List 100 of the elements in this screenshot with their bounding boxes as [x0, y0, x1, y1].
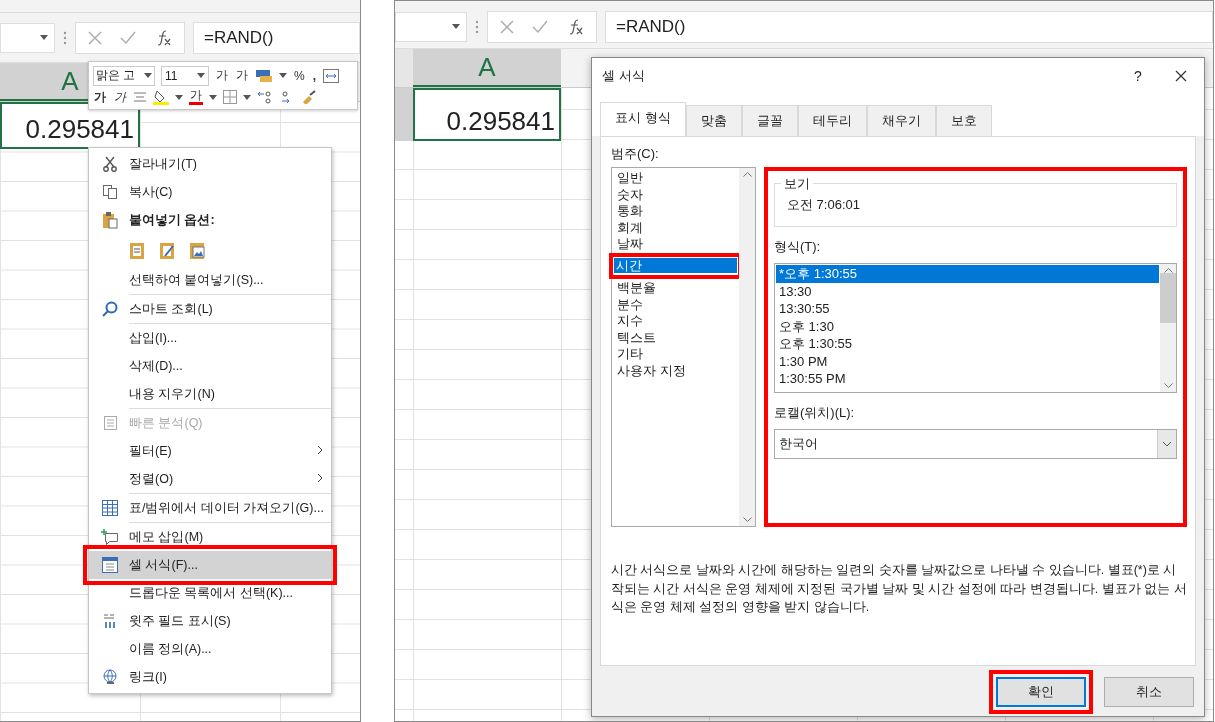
menu-item[interactable]: 이름 정의(A)...: [89, 635, 331, 663]
category-item[interactable]: 백분율: [615, 280, 736, 296]
corner-header[interactable]: [395, 49, 413, 87]
menu-item[interactable]: 잘라내기(T): [89, 150, 331, 178]
paste-icon: [129, 240, 147, 260]
format-label: 형식(T):: [774, 238, 822, 256]
tab[interactable]: 테두리: [797, 105, 867, 136]
category-item[interactable]: 날짜: [615, 236, 736, 252]
fill-color-icon: [153, 89, 169, 105]
name-box[interactable]: [395, 11, 467, 42]
font-size-field[interactable]: 11: [161, 65, 209, 86]
close-icon: [1175, 70, 1187, 82]
menu-item[interactable]: 삽입(I)...: [89, 324, 331, 352]
tab[interactable]: 표시 형식: [600, 102, 686, 136]
help-button[interactable]: ?: [1118, 68, 1158, 84]
format-item[interactable]: 1:30 PM: [776, 352, 1159, 370]
percent-button[interactable]: %: [293, 68, 306, 83]
close-icon: [88, 30, 102, 45]
menu-item[interactable]: 메모 삽입(M): [89, 523, 331, 551]
menu-item[interactable]: 내용 지우기(N): [89, 380, 331, 408]
close-icon: [500, 19, 514, 34]
clipboard-icon: [102, 211, 118, 229]
check-icon: [532, 19, 548, 34]
scroll-down-icon: [1163, 383, 1173, 388]
menu-item[interactable]: 선택하여 붙여넣기(S)...: [89, 266, 331, 294]
tab[interactable]: 맞춤: [685, 105, 742, 136]
borders-icon: [223, 90, 237, 104]
paste-picture-icon: [189, 240, 207, 260]
format-item[interactable]: *오후 1:30:55: [776, 265, 1159, 283]
grip-icon: [475, 19, 479, 34]
paste-formatting-icon: [159, 240, 177, 260]
scroll-up-icon: [1163, 268, 1173, 273]
selected-cell[interactable]: 0.295841: [0, 102, 140, 149]
font-field[interactable]: 맑은 고: [93, 65, 155, 86]
name-box[interactable]: [0, 22, 55, 53]
formula-field[interactable]: =RAND(): [193, 21, 360, 54]
caret-icon: [175, 94, 183, 100]
brush-icon: [301, 90, 317, 104]
caret-icon: [209, 94, 217, 100]
menu-item[interactable]: 삭제(D)...: [89, 352, 331, 380]
category-list[interactable]: 일반 숫자 통화 회계 날짜 시간 백분율 분수 지수 텍스트 기타 사용자 지정: [611, 167, 756, 527]
phonetic-icon: [102, 613, 118, 629]
scroll-up-icon: [742, 172, 752, 177]
menu-heading: 붙여넣기 옵션:: [89, 206, 331, 234]
chevron-down-icon: [1162, 441, 1172, 447]
format-item[interactable]: 13:30:55: [776, 300, 1159, 318]
scroll-thumb[interactable]: [1160, 273, 1176, 323]
scroll-down-icon: [742, 517, 752, 522]
category-item[interactable]: 시간: [614, 257, 737, 273]
menu-item[interactable]: 필터(E): [89, 437, 331, 465]
category-item[interactable]: 텍스트: [615, 329, 736, 345]
menu-item[interactable]: 링크(I): [89, 663, 331, 691]
format-item[interactable]: 1:30:55 PM: [776, 370, 1159, 388]
locale-dropdown[interactable]: 한국어: [774, 429, 1177, 459]
format-list[interactable]: *오후 1:30:55 13:30 13:30:55 오후 1:30 오후 1:30:55 1:30 PM 1:30:55 PM: [774, 263, 1177, 393]
menu-item[interactable]: 정렬(O): [89, 465, 331, 493]
format-item[interactable]: 오후 1:30: [776, 317, 1159, 335]
category-item[interactable]: 일반: [615, 170, 736, 186]
font-color-button[interactable]: 가: [189, 89, 203, 105]
locale-label: 로캘(위치)(L):: [774, 404, 856, 422]
menu-item[interactable]: 스마트 조회(L): [89, 295, 331, 323]
menu-item[interactable]: 드롭다운 목록에서 선택(K)...: [89, 579, 331, 607]
column-header[interactable]: A: [413, 49, 561, 87]
category-item[interactable]: 기타: [615, 346, 736, 362]
category-item[interactable]: 사용자 지정: [615, 362, 736, 378]
caret-icon: [144, 73, 152, 78]
category-item[interactable]: 지수: [615, 313, 736, 329]
format-item[interactable]: 오후 1:30:55: [776, 335, 1159, 353]
align-icon: [133, 91, 147, 103]
format-item[interactable]: 13:30: [776, 282, 1159, 300]
check-icon: [120, 30, 136, 45]
sample-legend: 보기: [781, 175, 813, 193]
currency-icon: [255, 68, 273, 83]
table-icon: [102, 500, 118, 516]
category-item[interactable]: 회계: [615, 219, 736, 235]
chevron-right-icon: [317, 473, 323, 483]
grow-font-button[interactable]: 가: [215, 67, 229, 84]
grip-icon: [63, 30, 67, 45]
menu-item[interactable]: 표/범위에서 데이터 가져오기(G)...: [89, 494, 331, 522]
category-item[interactable]: 숫자: [615, 186, 736, 202]
caret-icon: [279, 73, 287, 78]
comma-button[interactable]: ,: [311, 68, 317, 83]
globe-icon: [102, 669, 118, 685]
shrink-font-button[interactable]: 가: [235, 67, 249, 84]
tab[interactable]: 글꼴: [741, 105, 798, 136]
caret-icon: [40, 35, 48, 40]
description-text: 시간 서식으로 날짜와 시간에 해당하는 일련의 숫자를 날짜값으로 나타낼 수 있습니다. 별표(*)로 시작되는 시간 서식은 운영 체제에 지정된 국가별 날짜 및 시간 설정에 따라 변경됩니다. 별표가 없는 서식은 운영 체제 설정의 영향을 받지 않습니다.: [611, 562, 1187, 616]
tab[interactable]: 보호: [935, 105, 992, 136]
selected-cell[interactable]: 0.295841: [413, 88, 561, 141]
row-header[interactable]: [395, 88, 413, 141]
tab[interactable]: 채우기: [866, 105, 936, 136]
dialog-button[interactable]: 확인: [996, 677, 1086, 707]
menu-item[interactable]: 윗주 필드 표시(S): [89, 607, 331, 635]
sample-value: 오전 7:06:01: [787, 196, 860, 214]
formula-field[interactable]: =RAND(): [605, 10, 1213, 43]
category-item[interactable]: 통화: [615, 203, 736, 219]
dialog-button[interactable]: 취소: [1104, 677, 1194, 707]
menu-item[interactable]: 복사(C): [89, 178, 331, 206]
category-item[interactable]: 분수: [615, 296, 736, 312]
dialog-title: 셀 서식: [602, 67, 646, 85]
